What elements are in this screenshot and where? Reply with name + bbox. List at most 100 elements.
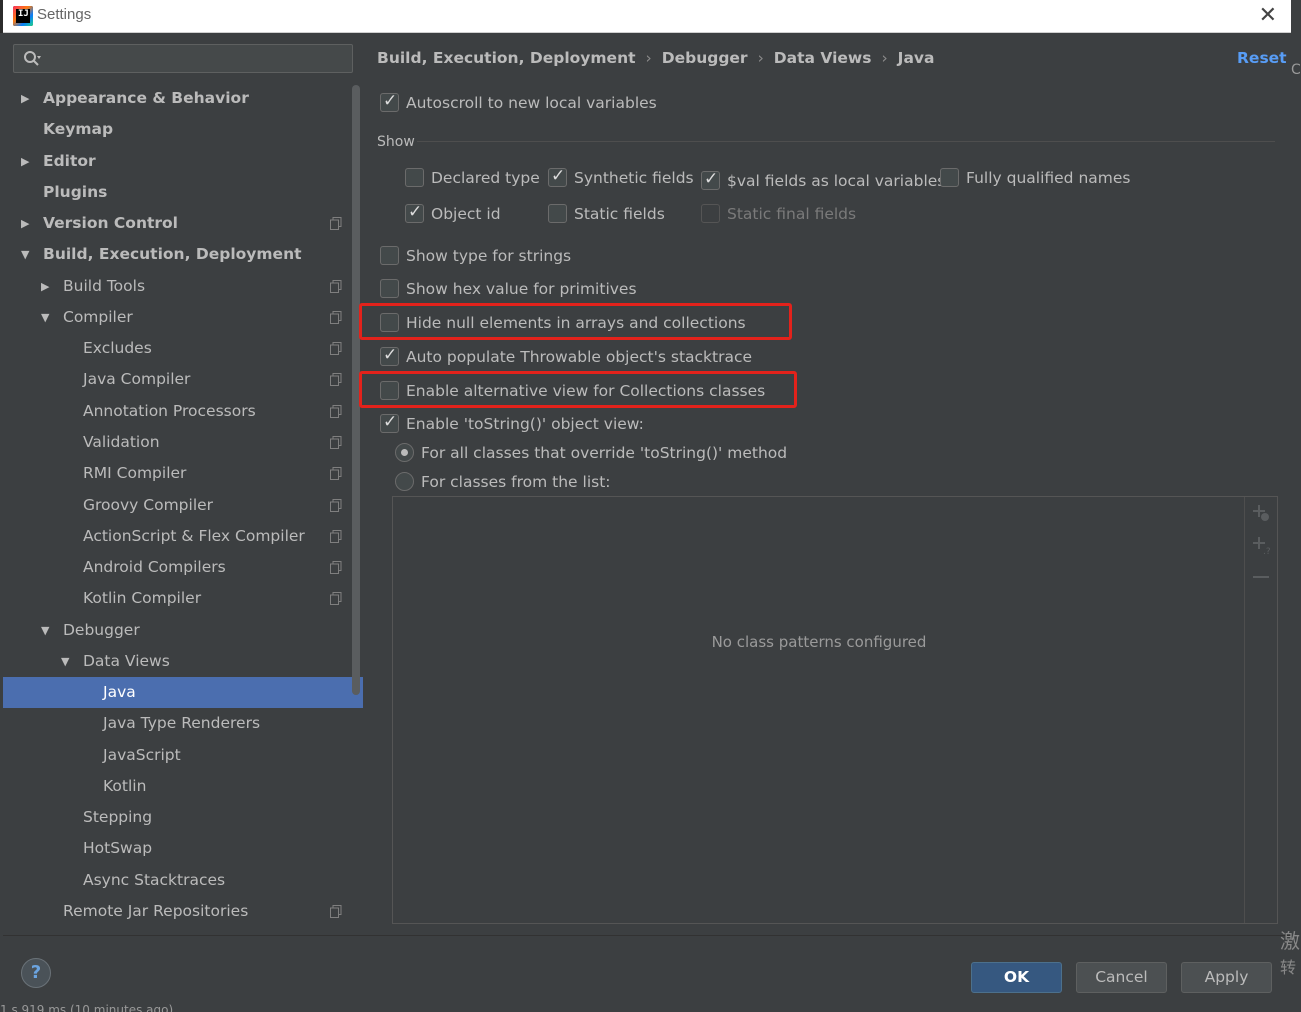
sidebar-item-label: Plugins xyxy=(43,183,108,201)
checkbox-label: Show type for strings xyxy=(406,247,572,265)
sidebar-item-label: Groovy Compiler xyxy=(83,496,214,514)
sidebar-item-label: Kotlin xyxy=(103,777,147,795)
sidebar-item-java-type-renderers[interactable]: Java Type Renderers xyxy=(3,708,363,739)
checkbox-box[interactable] xyxy=(380,410,399,434)
edge-text: 激 xyxy=(1280,929,1300,953)
sidebar-item-label: Stepping xyxy=(83,808,153,826)
intellij-icon: IJ xyxy=(13,6,33,26)
checkbox-box[interactable] xyxy=(380,279,399,298)
sidebar-item-groovy-compiler[interactable]: Groovy Compiler xyxy=(3,490,363,521)
checkbox-box[interactable] xyxy=(405,200,424,224)
sidebar-item-label: Validation xyxy=(83,433,160,451)
collapse-arrow-icon[interactable]: ▶ xyxy=(21,83,29,114)
checkbox-box[interactable] xyxy=(940,168,959,187)
sidebar-item-label: Kotlin Compiler xyxy=(83,589,202,607)
checkbox-box[interactable] xyxy=(701,204,720,223)
sidebar-item-version-control[interactable]: ▶ Version Control xyxy=(3,208,363,239)
radio-label: For classes from the list: xyxy=(421,473,611,491)
sidebar-item-kotlin[interactable]: Kotlin xyxy=(3,771,363,802)
window-title: Settings xyxy=(37,6,92,23)
class-patterns-list[interactable]: No class patterns configured .? xyxy=(392,496,1278,924)
checkbox-box[interactable] xyxy=(380,246,399,265)
add-class-icon[interactable] xyxy=(1251,503,1271,523)
project-settings-icon xyxy=(330,467,342,480)
settings-sidebar: ▶ Appearance & Behavior Keymap ▶ Editor Plugi… xyxy=(3,33,363,935)
settings-content: Build, Execution, Deployment › Debugger › Da… xyxy=(359,33,1291,935)
expand-arrow-icon[interactable]: ▼ xyxy=(41,615,49,646)
highlight-box xyxy=(359,371,797,408)
project-settings-icon xyxy=(330,373,342,386)
sidebar-item-async-stacktraces[interactable]: Async Stacktraces xyxy=(3,865,363,896)
ok-button[interactable]: OK xyxy=(971,962,1062,993)
sidebar-item-label: Remote Jar Repositories xyxy=(63,902,249,920)
checkbox-label: Fully qualified names xyxy=(966,169,1131,187)
project-settings-icon xyxy=(330,499,342,512)
help-button[interactable]: ? xyxy=(21,958,51,988)
sidebar-item-label: Version Control xyxy=(43,214,178,232)
sidebar-item-plugins[interactable]: Plugins xyxy=(3,177,363,208)
sidebar-item-android-compilers[interactable]: Android Compilers xyxy=(3,552,363,583)
sidebar-item-validation[interactable]: Validation xyxy=(3,427,363,458)
collapse-arrow-icon[interactable]: ▶ xyxy=(41,271,49,302)
search-input[interactable] xyxy=(13,44,353,73)
checkbox-box[interactable] xyxy=(405,168,424,187)
expand-arrow-icon[interactable]: ▼ xyxy=(21,239,29,270)
project-settings-icon xyxy=(330,405,342,418)
checkbox-box[interactable] xyxy=(380,89,399,113)
sidebar-item-remote-jar-repositories[interactable]: Remote Jar Repositories xyxy=(3,896,363,927)
sidebar-item-label: Java xyxy=(103,683,136,701)
breadcrumb-item: Debugger xyxy=(661,49,748,67)
checkbox-box[interactable] xyxy=(701,167,720,191)
project-settings-icon xyxy=(330,311,342,324)
radio-button[interactable] xyxy=(395,443,414,462)
sidebar-item-java-compiler[interactable]: Java Compiler xyxy=(3,364,363,395)
expand-arrow-icon[interactable]: ▼ xyxy=(41,302,49,333)
add-pattern-icon[interactable]: .? xyxy=(1251,535,1271,555)
reset-link[interactable]: Reset xyxy=(1237,49,1287,67)
remove-icon[interactable] xyxy=(1251,567,1271,587)
cancel-button[interactable]: Cancel xyxy=(1076,962,1167,993)
status-text: 1 s 919 ms (10 minutes ago) xyxy=(0,1003,174,1012)
checkbox-box[interactable] xyxy=(548,164,567,188)
checkbox-label: Declared type xyxy=(431,169,540,187)
sidebar-item-label: Appearance & Behavior xyxy=(43,89,249,107)
sidebar-item-label: HotSwap xyxy=(83,839,153,857)
apply-button[interactable]: Apply xyxy=(1181,962,1272,993)
sidebar-item-label: ActionScript & Flex Compiler xyxy=(83,527,305,545)
close-icon[interactable]: ✕ xyxy=(1259,3,1277,28)
sidebar-item-annotation-processors[interactable]: Annotation Processors xyxy=(3,396,363,427)
checkbox-label: Enable 'toString()' object view: xyxy=(406,415,644,433)
sidebar-item-javascript[interactable]: JavaScript xyxy=(3,740,363,771)
sidebar-item-build-tools[interactable]: ▶ Build Tools xyxy=(3,271,363,302)
checkbox-box[interactable] xyxy=(548,204,567,223)
sidebar-item-editor[interactable]: ▶ Editor xyxy=(3,146,363,177)
project-settings-icon xyxy=(330,530,342,543)
sidebar-item-rmi-compiler[interactable]: RMI Compiler xyxy=(3,458,363,489)
edge-text: Cl xyxy=(1291,62,1301,78)
sidebar-item-actionscript-flex-compiler[interactable]: ActionScript & Flex Compiler xyxy=(3,521,363,552)
checkbox-box[interactable] xyxy=(380,343,399,367)
show-section-label: Show xyxy=(377,134,415,150)
sidebar-item-kotlin-compiler[interactable]: Kotlin Compiler xyxy=(3,583,363,614)
sidebar-item-keymap[interactable]: Keymap xyxy=(3,114,363,145)
collapse-arrow-icon[interactable]: ▶ xyxy=(21,208,29,239)
radio-button[interactable] xyxy=(395,472,414,491)
sidebar-item-label: Android Compilers xyxy=(83,558,226,576)
sidebar-item-build-execution-deployment[interactable]: ▼ Build, Execution, Deployment xyxy=(3,239,363,270)
sidebar-item-debugger[interactable]: ▼ Debugger xyxy=(3,615,363,646)
sidebar-item-compiler[interactable]: ▼ Compiler xyxy=(3,302,363,333)
sidebar-item-stepping[interactable]: Stepping xyxy=(3,802,363,833)
sidebar-item-appearance-behavior[interactable]: ▶ Appearance & Behavior xyxy=(3,83,363,114)
search-icon xyxy=(24,51,41,66)
sidebar-item-label: Async Stacktraces xyxy=(83,871,226,889)
sidebar-item-label: Build, Execution, Deployment xyxy=(43,245,302,263)
sidebar-item-java[interactable]: Java xyxy=(3,677,363,708)
sidebar-item-label: RMI Compiler xyxy=(83,464,187,482)
project-settings-icon xyxy=(330,592,342,605)
sidebar-item-hotswap[interactable]: HotSwap xyxy=(3,833,363,864)
expand-arrow-icon[interactable]: ▼ xyxy=(61,646,69,677)
sidebar-item-excludes[interactable]: Excludes xyxy=(3,333,363,364)
sidebar-item-label: Build Tools xyxy=(63,277,146,295)
sidebar-item-data-views[interactable]: ▼ Data Views xyxy=(3,646,363,677)
collapse-arrow-icon[interactable]: ▶ xyxy=(21,146,29,177)
